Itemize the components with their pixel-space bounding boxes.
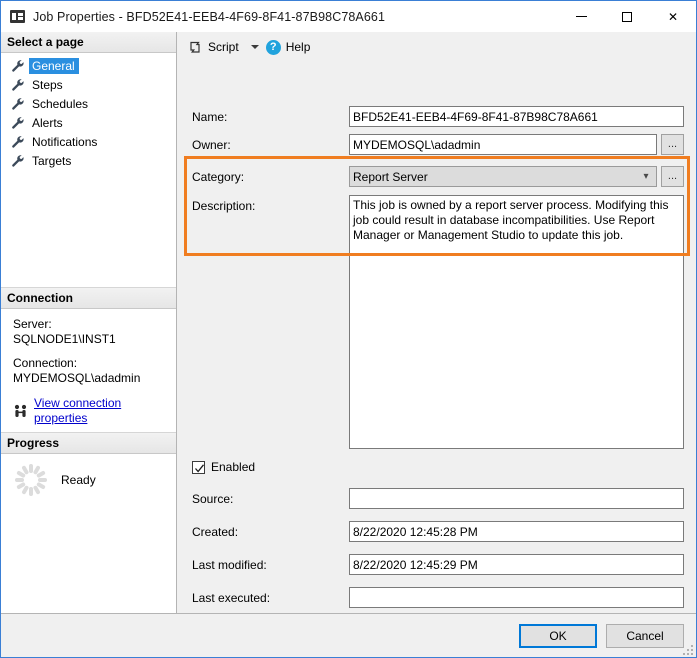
name-input[interactable] — [349, 106, 684, 127]
sidebar-item-notifications[interactable]: Notifications — [1, 132, 176, 151]
wrench-icon — [11, 97, 25, 111]
server-value: SQLNODE1\INST1 — [13, 332, 176, 347]
name-label: Name: — [192, 110, 227, 124]
spinner-icon — [15, 464, 47, 496]
enabled-label: Enabled — [211, 460, 255, 474]
sidebar-item-label: Schedules — [29, 96, 92, 112]
window-title: Job Properties - BFD52E41-EEB4-4F69-8F41… — [33, 10, 385, 24]
close-button[interactable]: ✕ — [650, 1, 696, 32]
view-connection-properties-row[interactable]: View connection properties — [13, 396, 176, 426]
wrench-icon — [11, 154, 25, 168]
chevron-down-icon: ▾ — [639, 172, 653, 182]
source-label: Source: — [192, 492, 233, 506]
help-button[interactable]: ? Help — [263, 38, 314, 57]
sidebar-item-label: Steps — [29, 77, 67, 93]
chevron-down-icon[interactable] — [251, 45, 259, 49]
sidebar-item-label: Notifications — [29, 134, 101, 150]
progress-header: Progress — [1, 432, 176, 454]
enabled-checkbox-row[interactable]: Enabled — [192, 460, 255, 474]
resize-grip[interactable] — [683, 645, 693, 655]
connection-block: Server: SQLNODE1\INST1 Connection: MYDEM… — [1, 309, 176, 432]
maximize-button[interactable] — [604, 1, 650, 32]
category-label: Category: — [192, 170, 244, 184]
connection-icon — [13, 404, 30, 418]
last-executed-label: Last executed: — [192, 591, 270, 605]
sidebar-item-alerts[interactable]: Alerts — [1, 113, 176, 132]
last-modified-input[interactable] — [349, 554, 684, 575]
right-pane: Script ? Help Name: Owner: ... Category: — [177, 32, 696, 613]
owner-input[interactable] — [349, 134, 657, 155]
title-bar: Job Properties - BFD52E41-EEB4-4F69-8F41… — [1, 1, 696, 32]
wrench-icon — [11, 78, 25, 92]
left-pane: Select a page General Steps — [1, 32, 177, 613]
script-button[interactable]: Script — [185, 38, 242, 57]
sidebar-item-label: General — [29, 58, 79, 74]
sidebar-item-label: Targets — [29, 153, 75, 169]
owner-label: Owner: — [192, 138, 231, 152]
wrench-icon — [11, 59, 25, 73]
page-list: General Steps Schedules — [1, 53, 176, 287]
ok-button[interactable]: OK — [519, 624, 597, 648]
connection-label: Connection: — [13, 356, 176, 371]
toolbar: Script ? Help — [177, 32, 696, 62]
description-textarea[interactable]: This job is owned by a report server pro… — [349, 195, 684, 449]
created-label: Created: — [192, 525, 238, 539]
progress-status: Ready — [61, 473, 96, 487]
category-value: Report Server — [353, 170, 639, 184]
help-label: Help — [286, 40, 311, 54]
sidebar-item-steps[interactable]: Steps — [1, 75, 176, 94]
progress-block: Ready — [1, 454, 176, 496]
script-label: Script — [208, 40, 239, 54]
connection-value: MYDEMOSQL\adadmin — [13, 371, 176, 386]
created-input[interactable] — [349, 521, 684, 542]
close-icon: ✕ — [668, 11, 678, 23]
window-body: Select a page General Steps — [1, 32, 696, 613]
last-modified-label: Last modified: — [192, 558, 267, 572]
last-executed-input[interactable] — [349, 587, 684, 608]
enabled-checkbox[interactable] — [192, 461, 205, 474]
sidebar-item-general[interactable]: General — [1, 56, 176, 75]
sidebar-item-label: Alerts — [29, 115, 67, 131]
description-label: Description: — [192, 199, 255, 213]
wrench-icon — [11, 116, 25, 130]
wrench-icon — [11, 135, 25, 149]
dialog-footer: OK Cancel — [1, 613, 696, 657]
category-browse-button[interactable]: ... — [661, 166, 684, 187]
select-page-header: Select a page — [1, 32, 176, 53]
sidebar-item-targets[interactable]: Targets — [1, 151, 176, 170]
job-properties-icon — [10, 10, 25, 23]
connection-header: Connection — [1, 287, 176, 309]
server-label: Server: — [13, 317, 176, 332]
script-icon — [188, 40, 203, 55]
cancel-button[interactable]: Cancel — [606, 624, 684, 648]
category-dropdown[interactable]: Report Server ▾ — [349, 166, 657, 187]
view-connection-properties-link[interactable]: View connection properties — [34, 396, 176, 426]
minimize-icon — [576, 16, 587, 17]
owner-browse-button[interactable]: ... — [661, 134, 684, 155]
job-properties-window: Job Properties - BFD52E41-EEB4-4F69-8F41… — [0, 0, 697, 658]
maximize-icon — [622, 12, 632, 22]
window-controls: ✕ — [558, 1, 696, 32]
help-icon: ? — [266, 40, 281, 55]
source-input[interactable] — [349, 488, 684, 509]
general-form: Name: Owner: ... Category: Report Server… — [177, 62, 696, 613]
minimize-button[interactable] — [558, 1, 604, 32]
sidebar-item-schedules[interactable]: Schedules — [1, 94, 176, 113]
